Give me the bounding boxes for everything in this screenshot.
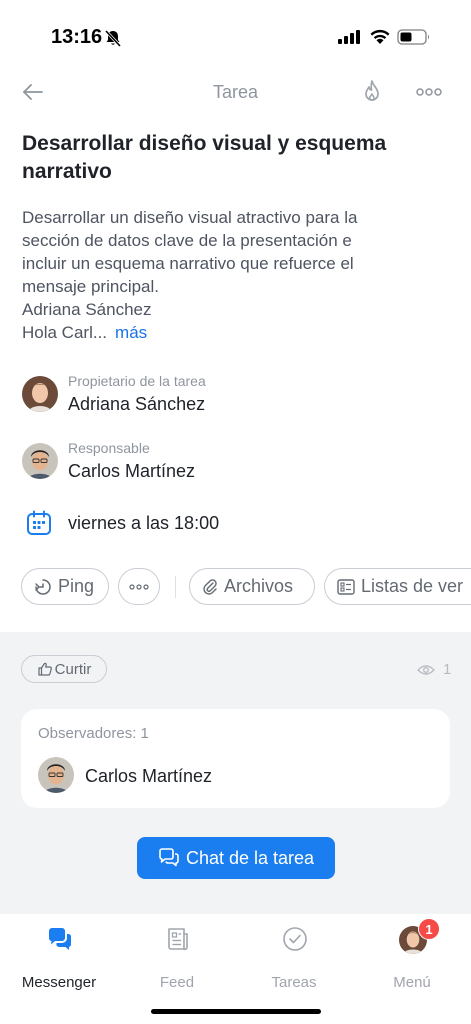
like-button[interactable]: Curtir [21,655,107,683]
action-chips: Ping Archivos Listas de ver [21,568,471,606]
description-line: Desarrollar un diseño visual atractivo p… [22,208,358,227]
tab-messenger-label: Messenger [21,974,97,991]
paperclip-icon [203,578,217,595]
chat-bubbles-icon [159,848,179,867]
deadline-row[interactable]: viernes a las 18:00 [22,508,422,538]
chip-divider [175,576,176,598]
description-line: incluir un esquema narrativo que refuerc… [22,254,354,273]
tab-tasks[interactable]: Tareas [244,926,344,991]
home-indicator [151,1009,321,1014]
tab-menu[interactable]: 1 Menú [362,918,462,991]
more-link[interactable]: más [115,323,147,342]
ping-button[interactable]: Ping [21,568,109,605]
cellular-signal-icon [338,30,360,44]
owner-avatar [22,376,58,412]
task-assignee[interactable]: Responsable Carlos Martínez [22,440,442,485]
owner-name: Adriana Sánchez [68,394,206,414]
deadline-text: viernes a las 18:00 [68,513,220,533]
task-owner[interactable]: Propietario de la tarea Adriana Sánchez [22,373,442,418]
status-bar: 13:16 [0,0,471,70]
battery-icon [397,29,429,45]
checklists-label: Listas de ver [361,576,464,596]
like-label: Curtir [54,660,92,678]
description-truncated-text: Hola Carl... [22,323,108,342]
observer-name[interactable]: Carlos Martínez [85,766,212,787]
checkmark-circle-icon [283,927,307,951]
tab-menu-label: Menú [393,974,431,991]
task-title: Desarrollar diseño visual y esquema narr… [22,132,387,183]
observer-avatar[interactable] [38,757,74,793]
calendar-icon [27,510,51,535]
description-line: Adriana Sánchez [22,300,152,319]
description-line: sección de datos clave de la presentació… [22,231,352,250]
task-activity-section: Curtir 1 Observadores: 1 Carlos Martínez [0,632,471,914]
messenger-icon [48,928,72,950]
feed-icon [168,928,188,951]
owner-role-label: Propietario de la tarea [68,373,206,389]
more-dots-icon [129,583,149,590]
tab-tasks-label: Tareas [271,974,317,991]
description-truncated-line: Hola Carl... más [22,321,452,344]
task-chat-label: Chat de la tarea [185,847,315,868]
description-line: mensaje principal. [22,277,160,296]
navbar: Tarea [0,72,471,112]
views-count: 1 [443,661,452,678]
ping-label: Ping [58,576,95,596]
wifi-icon [370,29,390,44]
observers-card: Observadores: 1 Carlos Martínez [21,709,450,808]
views-counter: 1 [417,661,451,678]
task-chat-button[interactable]: Chat de la tarea [137,837,335,879]
more-options-icon[interactable] [415,84,443,100]
ping-icon [35,578,51,595]
checklists-button[interactable]: Listas de ver [324,568,471,605]
task-description: Desarrollar un diseño visual atractivo p… [22,206,452,344]
tab-feed[interactable]: Feed [127,926,227,991]
assignee-avatar [22,443,58,479]
notification-badge: 1 [418,918,440,940]
bell-off-icon [104,29,122,47]
files-button[interactable]: Archivos [189,568,315,605]
eye-icon [417,664,435,675]
fire-icon[interactable] [360,78,384,106]
tab-bar: Messenger Feed Tareas 1 Menú [0,914,471,1024]
observers-label: Observadores: 1 [38,725,149,742]
status-time: 13:16 [51,26,103,48]
checklist-icon [337,578,355,595]
page-title: Tarea [212,82,259,102]
files-label: Archivos [224,576,294,596]
more-actions-button[interactable] [118,568,160,605]
assignee-role-label: Responsable [68,440,150,456]
assignee-name: Carlos Martínez [68,461,196,481]
tab-messenger[interactable]: Messenger [9,926,109,991]
tab-feed-label: Feed [159,974,195,991]
thumbs-up-icon [38,662,52,676]
